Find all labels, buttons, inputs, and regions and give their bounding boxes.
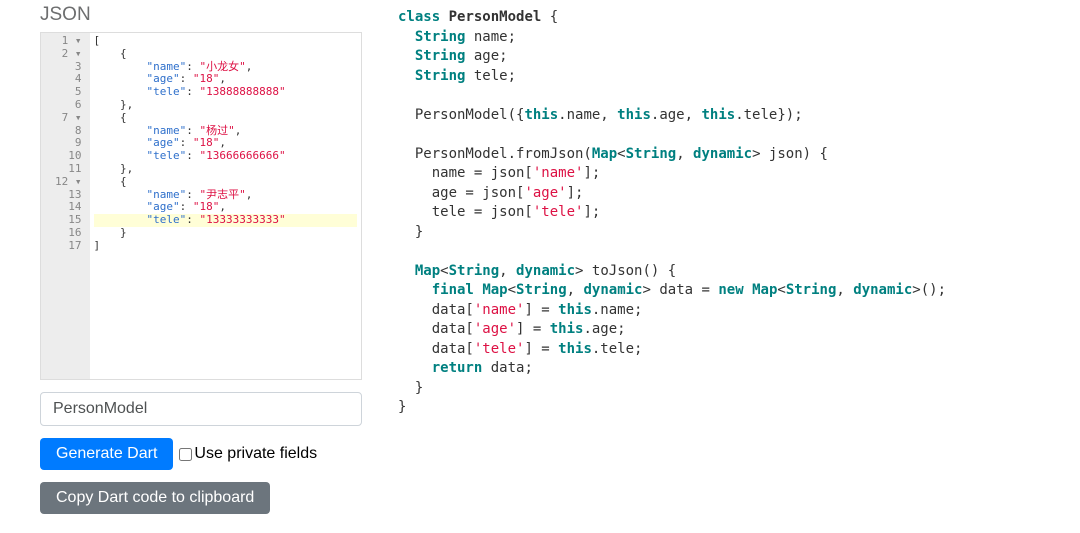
dart-line: String name;: [398, 28, 1080, 48]
gutter-line: 16: [55, 227, 82, 240]
json-editor[interactable]: 1 ▾2 ▾34567 ▾89101112 ▾1314151617 [ { "n…: [40, 32, 362, 380]
dart-line: [398, 242, 1080, 262]
dart-line: name = json['name'];: [398, 164, 1080, 184]
dart-line: data['tele'] = this.tele;: [398, 340, 1080, 360]
dart-line: }: [398, 379, 1080, 399]
private-fields-text: Use private fields: [194, 445, 317, 463]
generate-dart-button[interactable]: Generate Dart: [40, 438, 173, 470]
dart-line: PersonModel.fromJson(Map<String, dynamic…: [398, 145, 1080, 165]
code-line[interactable]: },: [94, 99, 358, 112]
dart-line: Map<String, dynamic> toJson() {: [398, 262, 1080, 282]
code-line[interactable]: }: [94, 227, 358, 240]
left-panel: JSON 1 ▾2 ▾34567 ▾89101112 ▾1314151617 […: [0, 4, 362, 533]
code-area[interactable]: [ { "name": "小龙女", "age": "18", "tele": …: [90, 33, 362, 379]
code-line[interactable]: ]: [94, 240, 358, 253]
gutter-line: 17: [55, 240, 82, 253]
classname-input[interactable]: [40, 392, 362, 426]
dart-line: PersonModel({this.name, this.age, this.t…: [398, 106, 1080, 126]
dart-line: String age;: [398, 47, 1080, 67]
dart-line: data['name'] = this.name;: [398, 301, 1080, 321]
gutter: 1 ▾2 ▾34567 ▾89101112 ▾1314151617: [41, 33, 90, 379]
dart-line: [398, 125, 1080, 145]
gutter-line: 11: [55, 163, 82, 176]
dart-line: String tele;: [398, 67, 1080, 87]
dart-line: class PersonModel {: [398, 8, 1080, 28]
code-line[interactable]: [: [94, 35, 358, 48]
dart-line: }: [398, 223, 1080, 243]
dart-output[interactable]: class PersonModel { String name; String …: [398, 8, 1080, 418]
right-panel: class PersonModel { String name; String …: [362, 4, 1080, 533]
gutter-line: 7 ▾: [55, 112, 82, 125]
private-fields-checkbox-label[interactable]: Use private fields: [179, 445, 317, 463]
copy-dart-button[interactable]: Copy Dart code to clipboard: [40, 482, 270, 514]
gutter-line: 1 ▾: [55, 35, 82, 48]
dart-line: age = json['age'];: [398, 184, 1080, 204]
dart-line: final Map<String, dynamic> data = new Ma…: [398, 281, 1080, 301]
dart-line: return data;: [398, 359, 1080, 379]
gutter-line: 6: [55, 99, 82, 112]
dart-line: }: [398, 398, 1080, 418]
dart-line: data['age'] = this.age;: [398, 320, 1080, 340]
code-line[interactable]: },: [94, 163, 358, 176]
controls-row: Generate Dart Use private fields: [40, 438, 362, 470]
gutter-line: 2 ▾: [55, 48, 82, 61]
code-line[interactable]: "tele": "13333333333": [94, 214, 358, 227]
private-fields-checkbox[interactable]: [179, 448, 192, 461]
gutter-line: 12 ▾: [55, 176, 82, 189]
json-heading: JSON: [40, 4, 362, 26]
dart-line: tele = json['tele'];: [398, 203, 1080, 223]
dart-line: [398, 86, 1080, 106]
